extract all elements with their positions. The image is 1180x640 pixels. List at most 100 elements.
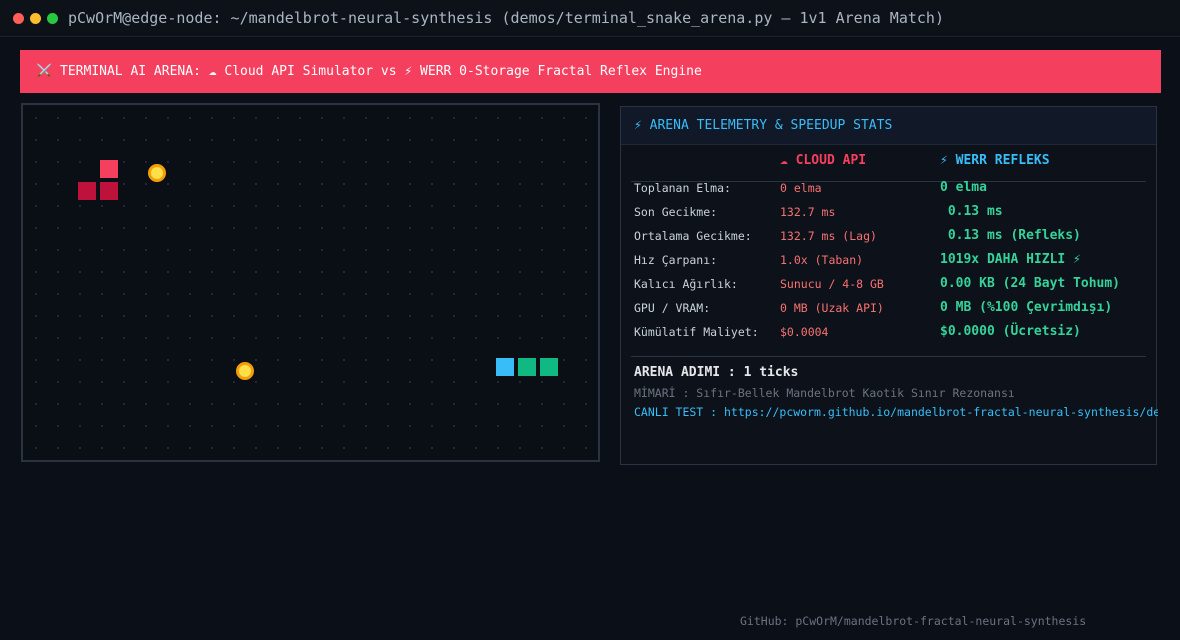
close-window-button[interactable] [13,12,24,24]
grid-dot [409,381,411,383]
grid-dot [211,249,213,251]
grid-dot [321,359,323,361]
grid-dot [431,403,433,405]
grid-dot [475,205,477,207]
grid-dot [321,271,323,273]
grid-dot [79,139,81,141]
grid-dot [321,117,323,119]
grid-dot [35,271,37,273]
grid-dot [101,359,103,361]
grid-dot [123,337,125,339]
grid-dot [145,425,147,427]
grid-dot [475,271,477,273]
grid-dot [189,139,191,141]
grid-dot [365,359,367,361]
grid-dot [255,425,257,427]
grid-dot [35,403,37,405]
grid-dot [563,117,565,119]
minimize-window-button[interactable] [30,12,41,24]
grid-dot [365,381,367,383]
grid-dot [497,315,499,317]
grid-dot [57,205,59,207]
grid-dot [541,381,543,383]
grid-dot [585,315,587,317]
arena-banner: ⚔️ TERMINAL AI ARENA: ☁ Cloud API Simula… [20,50,1161,93]
werr-value: $0.0000 (Ücretsiz) [940,324,1081,339]
grid-dot [475,139,477,141]
cloud-value: 132.7 ms (Lag) [780,229,877,243]
grid-dot [101,271,103,273]
maximize-window-button[interactable] [47,12,58,24]
grid-dot [541,139,543,141]
grid-dot [79,227,81,229]
grid-dot [475,227,477,229]
grid-dot [35,227,37,229]
grid-dot [167,337,169,339]
grid-dot [277,337,279,339]
architecture-line: MİMARİ : Sıfır-Bellek Mandelbrot Kaotik … [634,386,1015,400]
grid-dot [299,359,301,361]
live-test-link[interactable]: CANLI TEST : https://pcworm.github.io/ma… [634,405,1158,419]
grid-dot [145,139,147,141]
grid-dot [497,183,499,185]
window-controls [13,12,58,24]
grid-dot [101,447,103,449]
grid-dot [123,403,125,405]
grid-dot [431,117,433,119]
grid-dot [497,139,499,141]
cloud-value: Sunucu / 4-8 GB [780,277,884,291]
grid-dot [365,425,367,427]
grid-dot [453,359,455,361]
grid-dot [475,249,477,251]
grid-dot [57,293,59,295]
grid-dot [101,425,103,427]
grid-dot [321,315,323,317]
grid-dot [453,117,455,119]
live-test-text: CANLI TEST : https://pcworm.github.io/ma… [634,405,1158,419]
grid-dot [35,359,37,361]
telemetry-row-speedup: Hız Çarpanı: 1.0x (Taban) 1019x DAHA HIZ… [621,252,1156,277]
grid-dot [365,315,367,317]
grid-dot [409,293,411,295]
grid-dot [541,271,543,273]
grid-dot [211,293,213,295]
grid-dot [255,271,257,273]
grid-dot [519,139,521,141]
grid-dot [145,337,147,339]
row-label: Hız Çarpanı: [634,253,718,267]
grid-dot [255,161,257,163]
grid-dot [585,359,587,361]
grid-dot [563,183,565,185]
grid-dot [321,183,323,185]
grid-dot [167,425,169,427]
grid-dot [277,359,279,361]
grid-dot [57,359,59,361]
grid-dot [321,337,323,339]
grid-dot [299,315,301,317]
grid-dot [255,139,257,141]
grid-dot [409,337,411,339]
werr-value: 1019x DAHA HIZLI ⚡ [940,252,1081,267]
grid-dot [299,227,301,229]
grid-dot [409,183,411,185]
grid-dot [299,161,301,163]
grid-dot [453,271,455,273]
grid-dot [123,381,125,383]
grid-dot [431,227,433,229]
grid-dot [145,249,147,251]
grid-dot [321,403,323,405]
github-footer[interactable]: GitHub: pCwOrM/mandelbrot-fractal-neural… [740,614,1086,628]
grid-dot [497,227,499,229]
grid-dot [497,249,499,251]
grid-dot [277,271,279,273]
grid-dot [123,249,125,251]
grid-dot [387,271,389,273]
grid-dot [35,161,37,163]
grid-dot [453,139,455,141]
grid-dot [255,249,257,251]
grid-dot [541,249,543,251]
grid-dot [57,337,59,339]
werr-value: 0.13 ms (Refleks) [940,228,1081,243]
grid-dot [431,161,433,163]
grid-dot [343,161,345,163]
